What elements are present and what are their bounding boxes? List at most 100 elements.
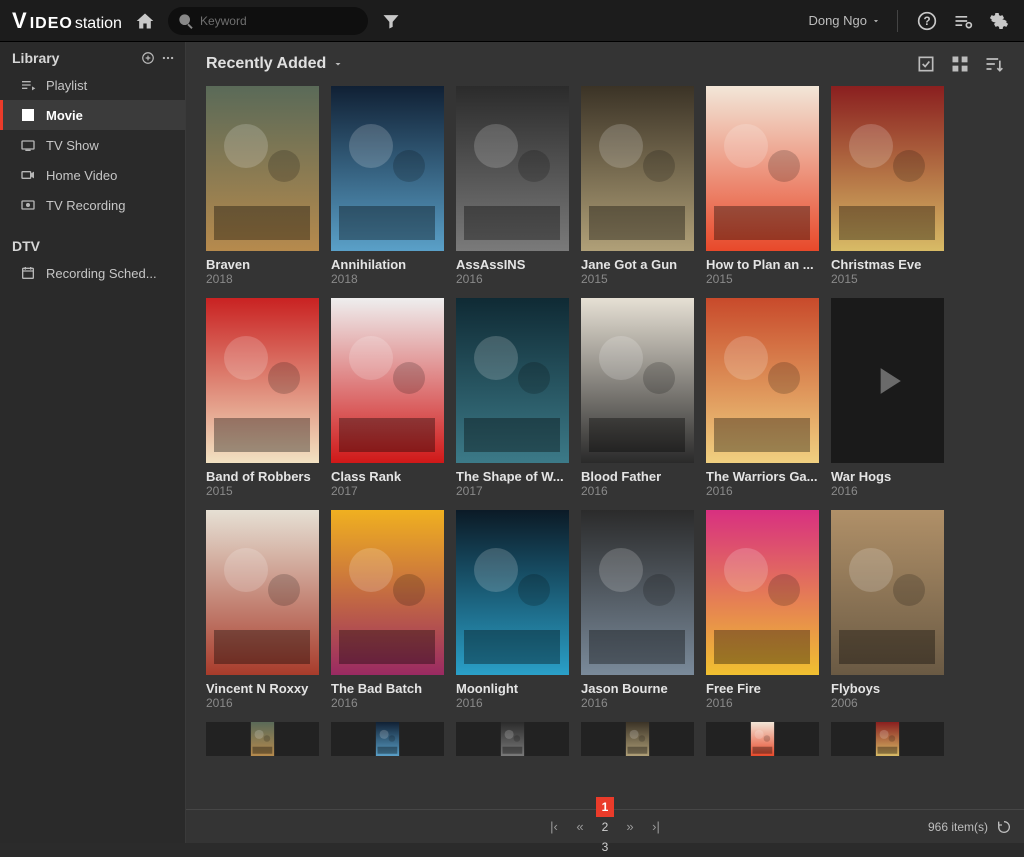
prev-page-button[interactable]: « [570,817,590,837]
logo-suffix: station [75,15,122,33]
movie-card[interactable] [831,722,944,756]
movie-poster[interactable] [706,510,819,675]
movie-card[interactable]: Free Fire2016 [706,510,819,710]
help-button[interactable]: ? [914,8,940,34]
movie-card[interactable] [206,722,319,756]
refresh-icon[interactable] [996,819,1012,835]
movie-poster[interactable] [206,510,319,675]
movie-poster[interactable] [456,86,569,251]
movie-card[interactable] [456,722,569,756]
movie-poster[interactable] [331,510,444,675]
movie-year: 2016 [706,484,819,498]
movie-card[interactable]: Band of Robbers2015 [206,298,319,498]
queue-button[interactable] [950,8,976,34]
sidebar-item-label: TV Show [46,138,99,153]
user-menu[interactable]: Dong Ngo [808,13,881,28]
movie-year: 2015 [206,484,319,498]
movie-card[interactable]: Flyboys2006 [831,510,944,710]
movie-poster[interactable] [206,722,319,756]
add-icon[interactable] [141,51,155,65]
movie-title: How to Plan an ... [706,257,819,272]
home-button[interactable] [132,8,158,34]
movie-poster[interactable] [581,510,694,675]
movie-card[interactable]: Vincent N Roxxy2016 [206,510,319,710]
movie-year: 2015 [831,272,944,286]
movie-poster[interactable] [706,722,819,756]
grid-view-icon[interactable] [950,54,970,74]
movie-card[interactable]: Class Rank2017 [331,298,444,498]
sidebar-item-label: TV Recording [46,198,125,213]
search-input[interactable] [200,14,358,28]
movie-year: 2015 [706,272,819,286]
movie-card[interactable]: Moonlight2016 [456,510,569,710]
select-mode-icon[interactable] [916,54,936,74]
movie-poster[interactable] [706,86,819,251]
filter-button[interactable] [378,8,404,34]
movie-card[interactable]: The Bad Batch2016 [331,510,444,710]
sidebar-item-homevideo[interactable]: Home Video [0,160,185,190]
movie-poster[interactable] [331,86,444,251]
page-number[interactable]: 2 [596,817,614,837]
page-number[interactable]: 3 [596,837,614,857]
sidebar-item-label: Movie [46,108,83,123]
sidebar-item-tvshow[interactable]: TV Show [0,130,185,160]
sidebar-item-tvrecording[interactable]: TV Recording [0,190,185,220]
first-page-button[interactable]: |‹ [544,817,564,837]
movie-poster[interactable] [831,298,944,463]
last-page-button[interactable]: ›| [646,817,666,837]
movie-poster[interactable] [206,298,319,463]
movie-card[interactable]: Blood Father2016 [581,298,694,498]
movie-title: The Warriors Ga... [706,469,819,484]
movie-card[interactable]: AssAssINS2016 [456,86,569,286]
movie-poster[interactable] [831,86,944,251]
movie-poster[interactable] [706,298,819,463]
movie-title: Blood Father [581,469,694,484]
movie-poster[interactable] [581,722,694,756]
movie-card[interactable] [331,722,444,756]
search-box[interactable] [168,7,368,35]
sidebar-item-recording-schedule[interactable]: Recording Sched... [0,258,185,288]
movie-card[interactable]: Christmas Eve2015 [831,86,944,286]
movie-card[interactable]: Jason Bourne2016 [581,510,694,710]
movie-poster[interactable] [456,510,569,675]
next-page-button[interactable]: » [620,817,640,837]
main-panel: Recently Added Braven2018Annihilation201… [186,42,1024,843]
movie-poster[interactable] [581,298,694,463]
movie-poster[interactable] [331,722,444,756]
app-logo: V IDEO station [12,8,122,34]
sort-order-icon[interactable] [984,54,1004,74]
movie-card[interactable]: Braven2018 [206,86,319,286]
movie-card[interactable]: The Warriors Ga...2016 [706,298,819,498]
movie-poster[interactable] [331,298,444,463]
movie-poster[interactable] [206,86,319,251]
movie-poster[interactable] [581,86,694,251]
sidebar-section-dtv-header: DTV [0,230,185,258]
movie-card[interactable]: How to Plan an ...2015 [706,86,819,286]
sort-dropdown[interactable]: Recently Added [206,55,344,73]
movie-card[interactable]: The Shape of W...2017 [456,298,569,498]
movie-card[interactable] [581,722,694,756]
sidebar-item-playlist[interactable]: Playlist [0,70,185,100]
movie-card[interactable] [706,722,819,756]
sidebar: Library Playlist Movie TV Show Home Vide… [0,42,186,843]
movie-title: Class Rank [331,469,444,484]
homevideo-icon [20,167,36,183]
movie-year: 2018 [206,272,319,286]
sidebar-item-movie[interactable]: Movie [0,100,185,130]
tvrec-icon [20,197,36,213]
movie-card[interactable]: Annihilation2018 [331,86,444,286]
more-icon[interactable] [161,51,175,65]
movie-year: 2016 [581,696,694,710]
movie-poster[interactable] [456,298,569,463]
sidebar-section-label: Library [12,50,141,66]
movie-card[interactable]: War Hogs2016 [831,298,944,498]
page-number[interactable]: 1 [596,797,614,817]
content-toolbar: Recently Added [186,42,1024,86]
movie-poster[interactable] [831,722,944,756]
settings-button[interactable] [986,8,1012,34]
movie-card[interactable]: Jane Got a Gun2015 [581,86,694,286]
movie-year: 2016 [581,484,694,498]
movie-poster[interactable] [456,722,569,756]
movie-year: 2006 [831,696,944,710]
movie-poster[interactable] [831,510,944,675]
